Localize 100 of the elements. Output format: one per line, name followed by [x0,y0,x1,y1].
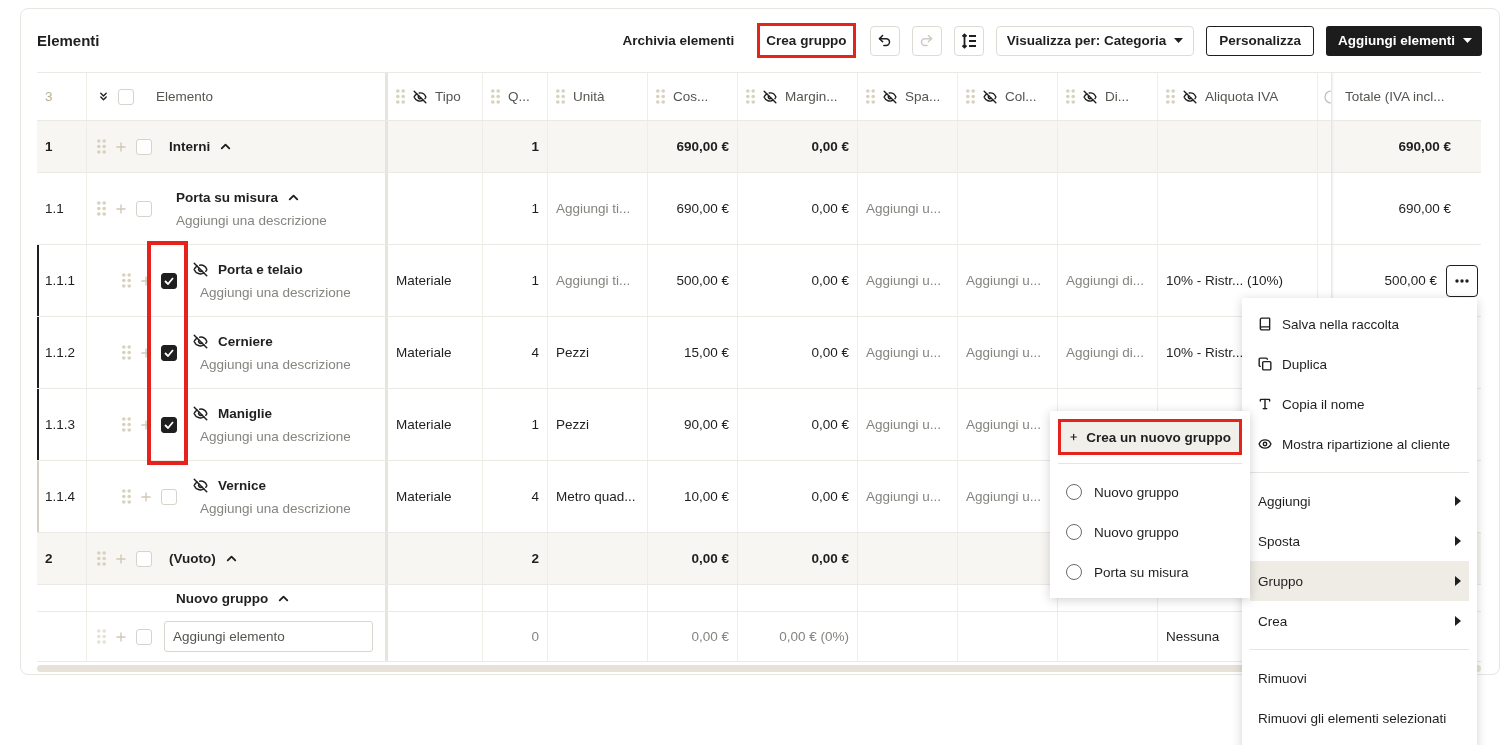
column-header[interactable]: Col... [1005,89,1037,104]
placeholder-text[interactable]: 0 [531,629,539,644]
menu-item[interactable]: Sposta [1250,521,1469,561]
drag-handle-icon[interactable] [97,139,106,154]
item-name[interactable]: Vernice [218,477,267,493]
radio-button[interactable] [1066,564,1082,580]
drag-handle-icon[interactable] [556,89,565,104]
description-placeholder[interactable]: Aggiungi una descrizione [200,500,351,516]
description-placeholder[interactable]: Aggiungi una descrizione [200,428,351,444]
menu-item[interactable]: Rimuovi [1250,658,1469,698]
menu-item[interactable]: Salva nella raccolta [1250,304,1469,344]
item-name[interactable]: Maniglie [218,405,272,421]
column-header[interactable]: Cos... [673,89,709,104]
group-name[interactable]: (Vuoto) [169,551,216,566]
more-button[interactable] [1446,264,1478,297]
group-name[interactable]: Nuovo gruppo [176,590,269,606]
undo-button[interactable] [869,25,900,56]
hidden-eye-icon[interactable] [193,477,208,493]
column-header[interactable]: Q... [508,89,530,104]
group-name[interactable]: Porta su misura [176,189,279,205]
placeholder-text[interactable]: Aggiungi u... [866,201,942,216]
column-header[interactable]: Aliquota IVA [1205,89,1279,104]
column-header[interactable]: Spa... [905,89,941,104]
hidden-eye-icon[interactable] [193,333,208,349]
create-group-item[interactable]: Crea un nuovo gruppo [1058,419,1242,455]
cell-text: 690,00 € [1398,139,1451,154]
menu-item[interactable]: Duplica [1250,344,1469,384]
drag-handle-icon[interactable] [122,273,131,288]
radio-button[interactable] [1066,484,1082,500]
column-header[interactable]: Di... [1105,89,1129,104]
view-by-dropdown[interactable]: Visualizza per: Categoria [995,25,1195,56]
placeholder-text[interactable]: Aggiungi ti... [556,273,631,288]
submenu-arrow-icon [1455,616,1461,626]
item-name[interactable]: Cerniere [218,333,273,349]
menu-item[interactable]: Mostra ripartizione al cliente [1250,424,1469,464]
menu-item[interactable]: Copia il nome [1250,384,1469,424]
select-all-checkbox[interactable] [118,88,134,105]
column-header[interactable]: Elemento [156,89,214,104]
row-checkbox[interactable] [161,344,177,361]
hidden-eye-icon[interactable] [193,261,208,277]
drag-handle-icon[interactable] [656,89,665,104]
column-header[interactable]: Margin... [785,89,838,104]
redo-icon [919,33,935,48]
placeholder-text[interactable]: Aggiungi di... [1066,273,1145,288]
menu-item[interactable]: Crea [1250,601,1469,641]
placeholder-text[interactable]: 0,00 € [691,629,729,644]
item-name[interactable]: Porta e telaio [218,261,303,277]
drag-handle-icon[interactable] [396,89,405,104]
drag-handle-icon[interactable] [122,345,131,360]
placeholder-text[interactable]: Aggiungi di... [1066,345,1145,360]
placeholder-text[interactable]: Aggiungi u... [966,489,1042,504]
cell-text: 2 [531,551,539,566]
toolbar-action-button[interactable]: Archivia elementi [613,23,744,58]
description-placeholder[interactable]: Aggiungi una descrizione [200,356,351,372]
drag-handle-icon[interactable] [122,417,131,432]
more-icon [1455,278,1469,283]
cell-text: 90,00 € [683,417,729,432]
cell-text: 4 [531,345,539,360]
column-header[interactable]: Unità [573,89,605,104]
drag-handle-icon[interactable] [1166,89,1175,104]
row-height-button[interactable] [953,25,984,56]
placeholder-text[interactable]: Aggiungi u... [866,345,942,360]
placeholder-text[interactable]: 0,00 € (0%) [779,629,849,644]
column-header[interactable]: Totale (IVA incl... [1345,89,1445,104]
placeholder-text[interactable]: Aggiungi u... [866,417,942,432]
row-checkbox[interactable] [161,272,177,289]
drag-handle-icon[interactable] [122,489,131,504]
drag-handle-icon[interactable] [97,629,106,644]
group-option[interactable]: Nuovo gruppo [1058,512,1242,552]
drag-handle-icon[interactable] [97,551,106,566]
cell-text: 690,00 € [1398,201,1451,216]
menu-item[interactable]: Gruppo [1250,561,1469,601]
description-placeholder[interactable]: Aggiungi una descrizione [176,212,327,228]
group-option[interactable]: Porta su misura [1058,552,1242,592]
drag-handle-icon[interactable] [97,201,106,216]
drag-handle-icon[interactable] [491,89,500,104]
row-checkbox[interactable] [161,416,177,433]
drag-handle-icon[interactable] [966,89,975,104]
column-header[interactable]: Tipo [435,89,461,104]
toolbar-action-button[interactable]: Crea gruppo [757,23,856,58]
description-placeholder[interactable]: Aggiungi una descrizione [200,284,351,300]
drag-handle-icon[interactable] [746,89,755,104]
placeholder-text[interactable]: Aggiungi ti... [556,201,631,216]
radio-button[interactable] [1066,524,1082,540]
add-item-field[interactable]: Aggiungi elemento [164,621,373,652]
add-items-button[interactable]: Aggiungi elementi [1326,25,1482,56]
group-option[interactable]: Nuovo gruppo [1058,472,1242,512]
placeholder-text[interactable]: Aggiungi u... [966,417,1042,432]
group-name[interactable]: Interni [169,139,211,154]
collapse-all-icon[interactable] [97,90,110,103]
hidden-eye-icon[interactable] [193,405,208,421]
placeholder-text[interactable]: Aggiungi u... [966,273,1042,288]
drag-handle-icon[interactable] [866,89,875,104]
placeholder-text[interactable]: Aggiungi u... [866,489,942,504]
menu-item[interactable]: Aggiungi [1250,481,1469,521]
placeholder-text[interactable]: Aggiungi u... [866,273,942,288]
placeholder-text[interactable]: Aggiungi u... [966,345,1042,360]
customize-button[interactable]: Personalizza [1206,25,1314,56]
menu-item[interactable]: Rimuovi gli elementi selezionati [1250,698,1469,738]
drag-handle-icon[interactable] [1066,89,1075,104]
